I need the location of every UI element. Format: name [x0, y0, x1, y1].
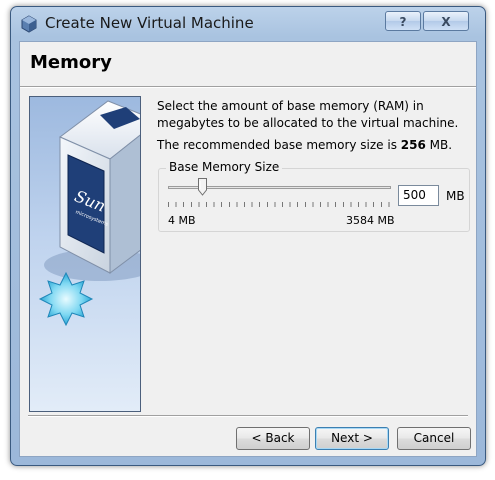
slider-ticks	[168, 202, 391, 207]
back-button[interactable]: < Back	[236, 427, 310, 450]
page-title: Memory	[30, 52, 112, 73]
close-icon: X	[441, 15, 451, 29]
slider-thumb[interactable]	[197, 178, 207, 196]
recommended-memory-text: The recommended base memory size is 256 …	[157, 138, 477, 152]
recommend-prefix: The recommended base memory size is	[157, 138, 401, 152]
base-memory-group-title: Base Memory Size	[166, 160, 283, 174]
memory-slider[interactable]	[168, 178, 391, 210]
starburst-icon	[38, 271, 94, 327]
close-button[interactable]: X	[423, 11, 469, 31]
next-button[interactable]: Next >	[315, 427, 389, 450]
header-divider	[20, 86, 476, 88]
title-bar[interactable]: Create New Virtual Machine ? X	[11, 7, 485, 41]
wizard-client-area: Memory Sun microsystems Select the amoun…	[19, 41, 477, 457]
cancel-button[interactable]: Cancel	[397, 427, 471, 450]
help-button[interactable]: ?	[385, 11, 421, 31]
memory-description: Select the amount of base memory (RAM) i…	[157, 99, 459, 130]
virtualbox-side-image: Sun microsystems	[29, 96, 141, 412]
dialog-window: Create New Virtual Machine ? X Memory Su…	[10, 6, 486, 466]
wizard-header: Memory	[20, 42, 476, 86]
slider-max-label: 3584 MB	[346, 214, 395, 227]
footer-divider	[28, 415, 468, 417]
virtualbox-app-icon	[21, 15, 37, 33]
virtualbox-cube-illustration: Sun microsystems	[38, 100, 140, 327]
memory-size-input[interactable]: 500	[398, 185, 439, 206]
memory-unit-label: MB	[446, 189, 465, 203]
slider-min-label: 4 MB	[168, 214, 196, 227]
recommended-memory-value: 256	[400, 138, 426, 152]
recommend-suffix: MB.	[425, 138, 453, 152]
window-title: Create New Virtual Machine	[45, 14, 254, 32]
